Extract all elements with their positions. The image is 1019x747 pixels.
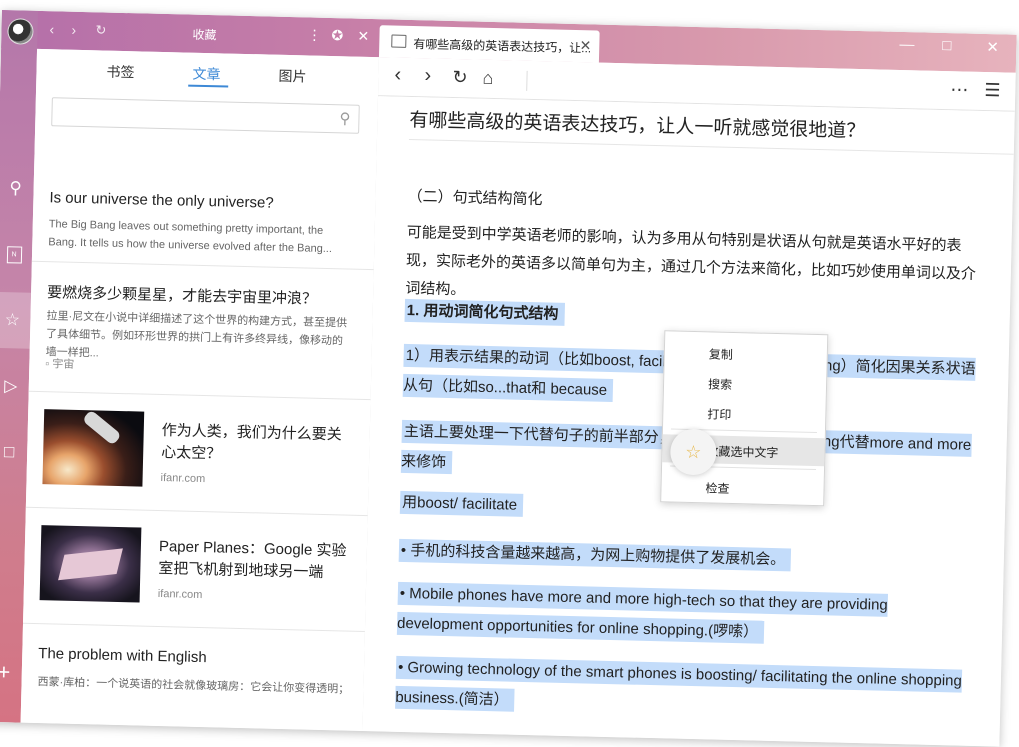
toolbar-divider [526,70,528,91]
selected-text[interactable]: • 手机的科技含量越来越高，为网上购物提供了发展机会。 [398,538,792,572]
item-title: The problem with English [38,645,207,667]
close-icon[interactable]: ✕ [357,28,369,45]
page-content: 有哪些高级的英语表达技巧，让人一听就感觉很地道？ （二）句式结构简化 可能是受到… [362,96,1015,747]
pin-icon[interactable]: ✪ [331,27,343,44]
item-desc: 拉里·尼文在小说中详细描述了这个世界的构建方式，甚至提供了具体细节。例如环形世界… [45,310,348,360]
tab-bookmarks[interactable]: 书签 [106,62,134,83]
menu-item-print[interactable]: 打印 [663,397,826,429]
camera-icon[interactable]: □ [0,434,28,471]
more-icon[interactable]: ⋮ [307,26,321,43]
maximize-icon[interactable]: □ [942,37,951,54]
paragraph-5[interactable]: • Mobile phones have more and more high-… [396,579,978,653]
selected-text[interactable]: • Growing technology of the smart phones… [395,655,963,712]
window-close-icon[interactable]: ✕ [986,38,999,56]
menu-icon[interactable]: ☰ [984,80,1001,101]
item-title: 要燃烧多少颗星星，才能去宇宙里冲浪？ [46,284,318,308]
sidebar-tabs: 书签 文章 图片 [36,49,379,97]
menu-item-label: 检查 [705,481,730,496]
tab-articles[interactable]: 文章 [192,64,220,85]
page-title: 有哪些高级的英语表达技巧，让人一听就感觉很地道？ [409,109,866,143]
news-icon[interactable]: N [0,236,32,273]
list-item[interactable]: 要燃烧多少颗星星，才能去宇宙里冲浪？ 拉里·尼文在小说中详细描述了这个世界的构建… [28,260,374,401]
paragraph-6[interactable]: • Growing technology of the smart phones… [395,653,976,727]
selected-text[interactable]: 用boost/ facilitate [399,490,524,517]
item-title: Is our universe the only universe? [49,189,274,212]
star-icon: ☆ [669,428,717,476]
paper-plane-image [39,525,142,603]
selected-text[interactable]: • Mobile phones have more and more high-… [396,581,889,644]
minimize-icon[interactable]: — [899,36,914,53]
search-input[interactable]: ⚲ [51,97,360,134]
title-divider [408,138,1014,155]
list-item[interactable]: Is our universe the only universe? The B… [31,140,377,271]
search-icon[interactable]: ⚲ [339,109,350,127]
heading[interactable]: 1. 用动词简化句式结构 [404,297,565,329]
menu-item-label: 复制 [708,347,733,362]
close-tab-icon[interactable]: ✕ [579,37,591,54]
rocket-launch-image [42,409,145,487]
page-icon [391,34,407,48]
refresh-icon[interactable]: ↻ [95,22,106,38]
menu-item-search[interactable]: 搜索 [664,367,827,399]
list-item[interactable]: 作为人类，我们为什么要关心太空？ ifanr.com [25,390,371,517]
item-source: ifanr.com [157,587,203,602]
avatar[interactable] [7,18,34,45]
selected-heading[interactable]: 1. 用动词简化句式结构 [404,298,565,326]
home-icon[interactable]: ⌂ [482,68,493,89]
context-menu: 复制 搜索 打印 收藏选中文字 检查 ☆ [660,330,829,507]
list-item[interactable]: Paper Planes：Google 实验室把飞机射到地球另一端 ifanr.… [23,506,368,633]
sidebar-panel: 书签 文章 图片 ⚲ Is our universe the only univ… [20,48,380,732]
forward-icon[interactable]: › [71,22,76,38]
menu-item-label: 打印 [707,407,732,422]
sidebar-title: 收藏 [192,27,217,43]
tab-images[interactable]: 图片 [278,66,306,87]
menu-item-copy[interactable]: 复制 [665,337,828,369]
browser-window: ⚲ N ☆ ▷ □ + ‹ › ↻ 收藏 ⋮ ✪ ✕ 书签 文章 图片 ⚲ Is… [0,10,1017,747]
item-title: 作为人类，我们为什么要关心太空？ [161,422,342,463]
star-icon[interactable]: ☆ [0,291,32,349]
list-item[interactable]: The problem with English 西蒙·库柏：一个说英语的社会就… [21,623,365,731]
item-desc: 西蒙·库柏：一个说英语的社会就像玻璃房：它会让你变得透明；对 [37,676,344,696]
item-tag: ▫ 宇宙 [45,358,75,371]
search-icon[interactable]: ⚲ [0,170,34,207]
item-tag-label: 宇宙 [52,358,75,371]
back-icon[interactable]: ‹ [394,64,401,87]
video-icon[interactable]: ▷ [0,368,29,405]
browser-tab[interactable]: 有哪些高级的英语表达技巧，让... ✕ [378,25,600,63]
forward-icon[interactable]: › [424,64,431,87]
paragraph-4[interactable]: • 手机的科技含量越来越高，为网上购物提供了发展机会。 [398,537,792,575]
section-title: （二）句式结构简化 [407,187,543,209]
item-title: Paper Planes：Google 实验室把飞机射到地球另一端 [158,537,347,582]
add-icon[interactable]: + [0,654,22,691]
refresh-icon[interactable]: ↻ [452,67,468,88]
menu-item-label: 收藏选中文字 [706,444,779,461]
more-icon[interactable]: ⋯ [950,79,968,100]
active-tab-indicator [188,84,229,88]
paragraph-3[interactable]: 用boost/ facilitate [399,489,524,520]
menu-item-label: 搜索 [707,377,733,392]
back-icon[interactable]: ‹ [49,21,54,37]
item-desc: The Big Bang leaves out something pretty… [48,218,333,256]
item-source: ifanr.com [160,472,206,486]
tab-title: 有哪些高级的英语表达技巧，让... [413,37,592,56]
menu-item-inspect[interactable]: 检查 [661,471,824,503]
